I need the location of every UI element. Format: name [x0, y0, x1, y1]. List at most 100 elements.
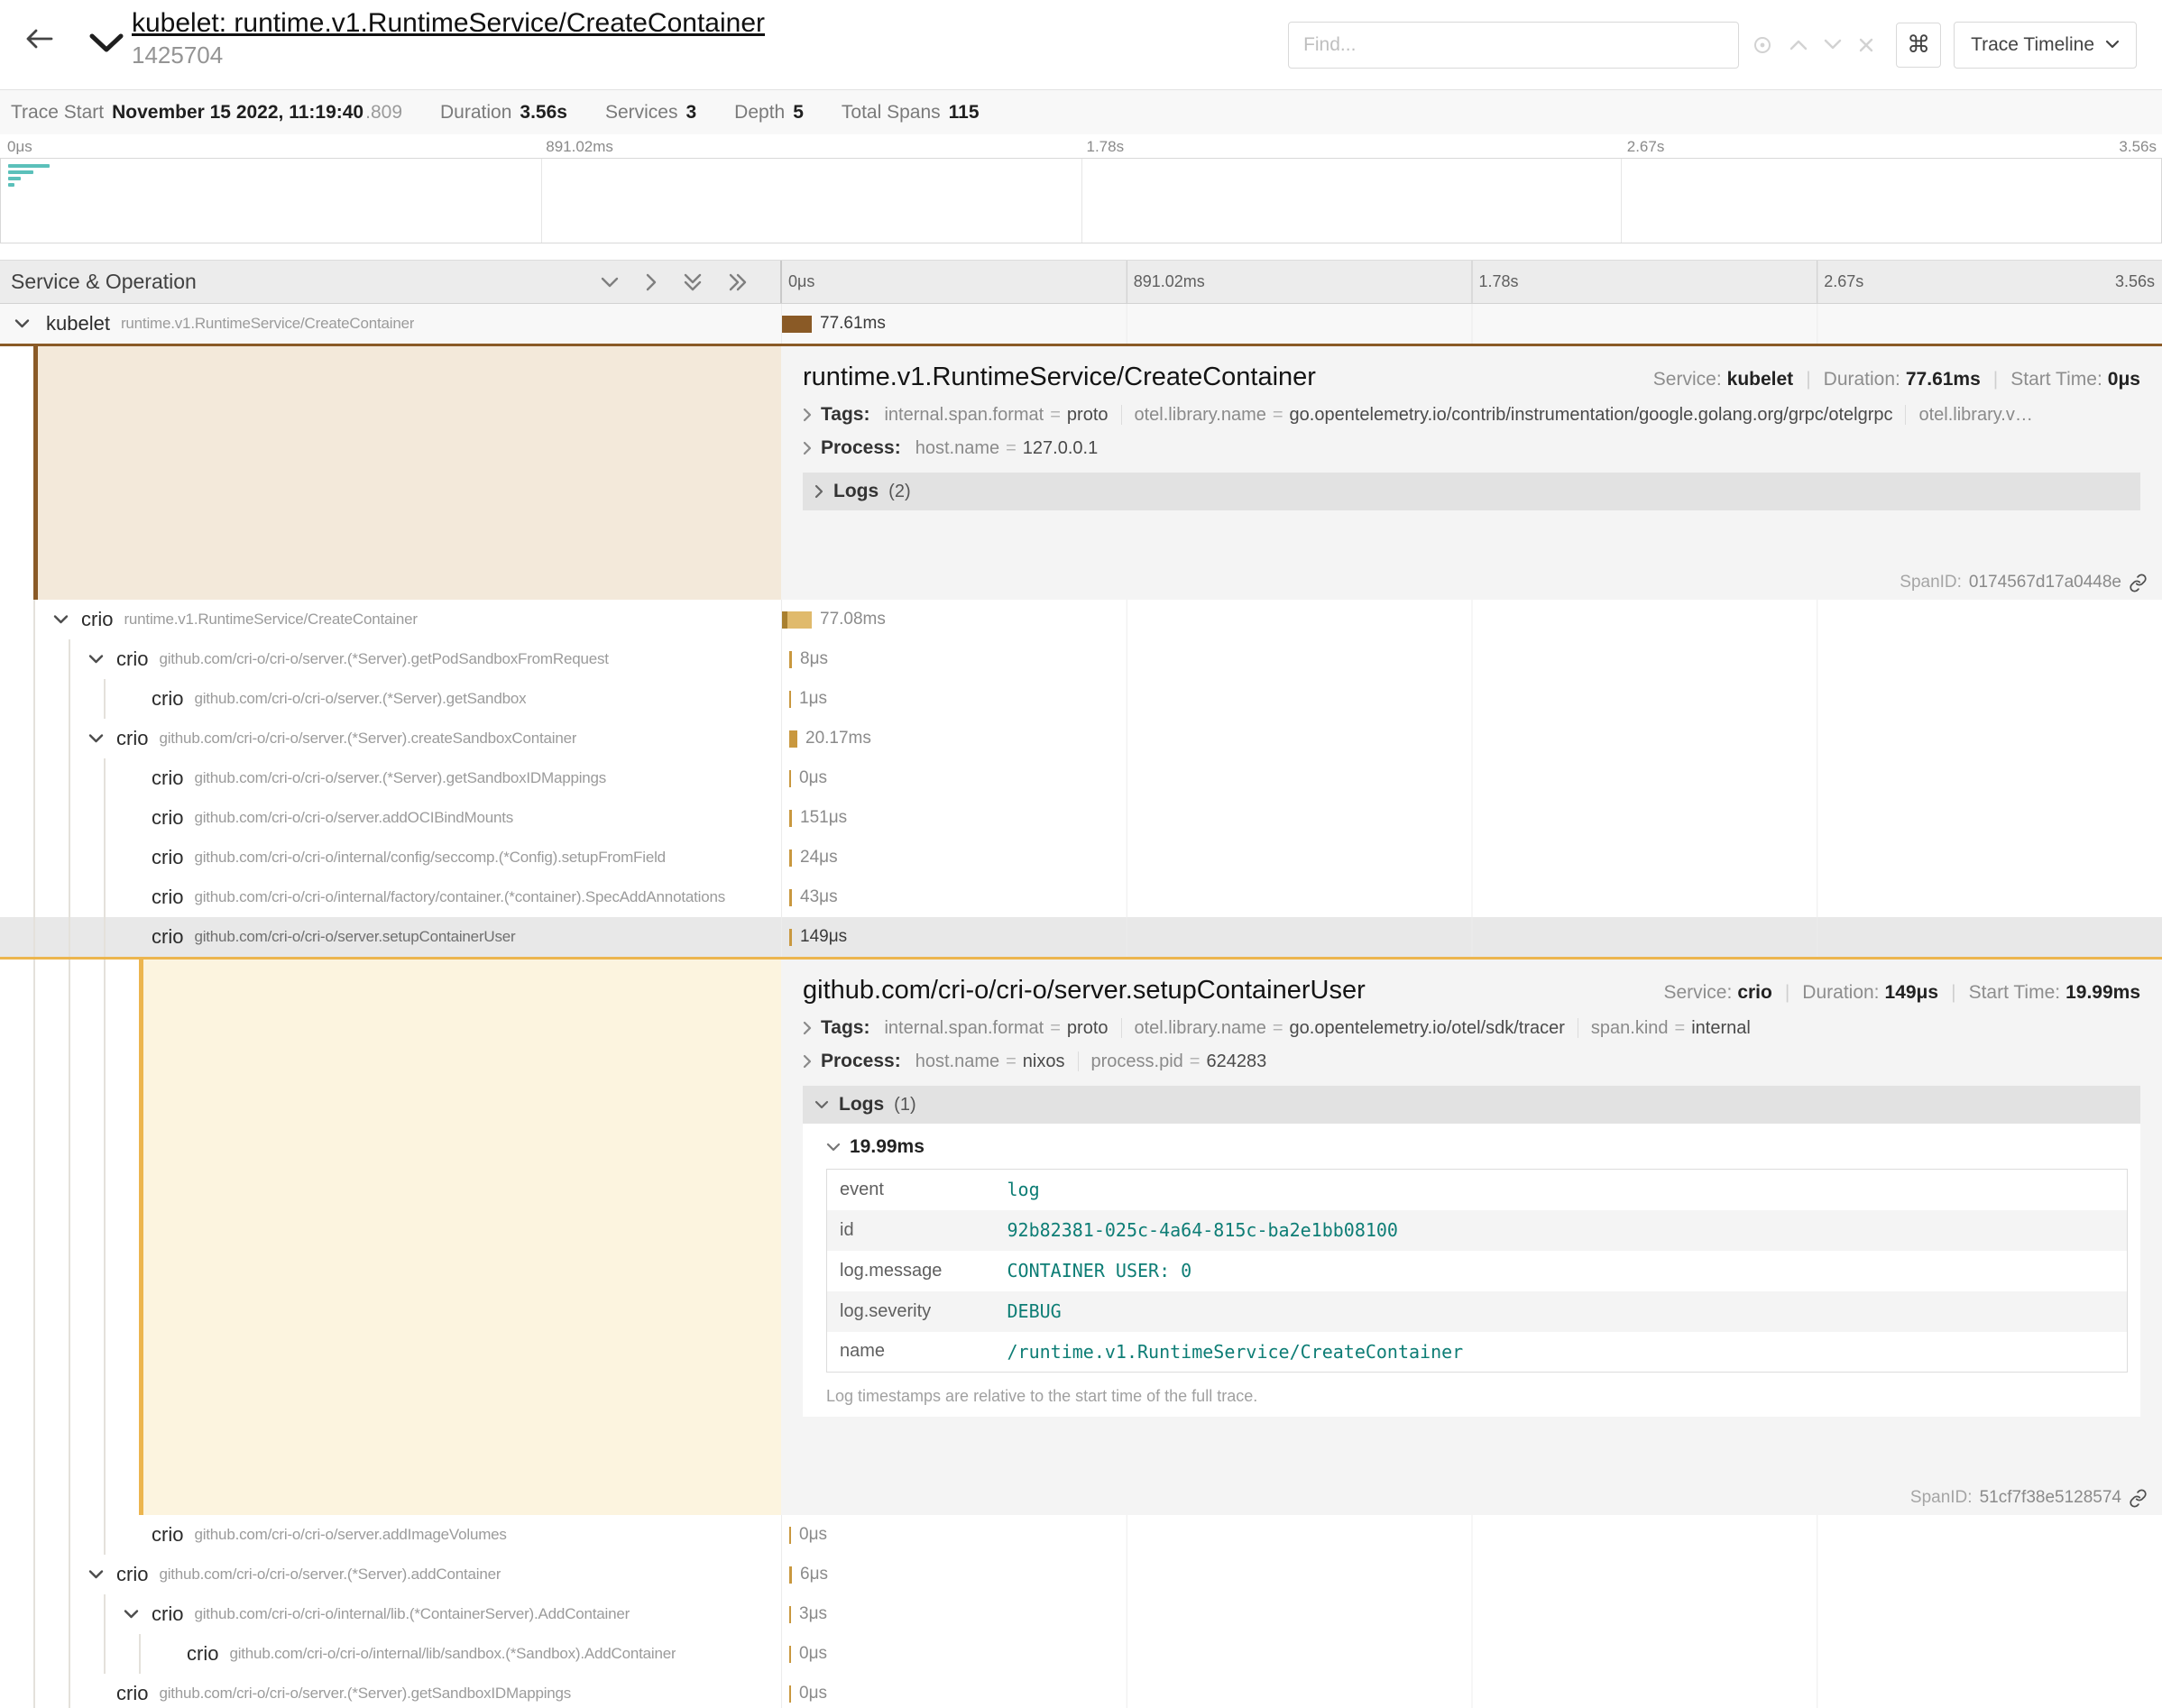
- chevron-down-icon[interactable]: [88, 734, 104, 744]
- span-row-getsandbox[interactable]: crio github.com/cri-o/cri-o/server.(*Ser…: [0, 679, 2162, 719]
- ruler-tick: 2.67s: [1824, 272, 1863, 291]
- trace-duration: Duration 3.56s: [440, 102, 567, 124]
- command-icon: ⌘: [1907, 31, 1930, 59]
- span-row-crio-createcontainer[interactable]: crio runtime.v1.RuntimeService/CreateCon…: [0, 600, 2162, 639]
- span-row-addcontainer[interactable]: crio github.com/cri-o/cri-o/server.(*Ser…: [0, 1555, 2162, 1594]
- span-bar: [789, 889, 792, 906]
- span-operation: github.com/cri-o/cri-o/internal/lib/sand…: [229, 1645, 676, 1663]
- table-row: id 92b82381-025c-4a64-815c-ba2e1bb08100: [827, 1210, 2128, 1251]
- keyboard-shortcuts-button[interactable]: ⌘: [1896, 23, 1941, 68]
- arrow-left-icon: [23, 25, 54, 52]
- span-bar: [789, 849, 792, 867]
- span-operation: runtime.v1.RuntimeService/CreateContaine…: [121, 315, 414, 333]
- close-icon[interactable]: [1858, 37, 1874, 53]
- logs-content: 19.99ms event log id 92b82381-025c-4a64-…: [803, 1124, 2140, 1417]
- span-row-createsandboxcontainer[interactable]: crio github.com/cri-o/cri-o/server.(*Ser…: [0, 719, 2162, 758]
- link-icon[interactable]: [2129, 1489, 2148, 1508]
- span-service: crio: [116, 647, 148, 671]
- chevron-right-icon: [814, 484, 823, 499]
- collapse-all-icon[interactable]: [683, 272, 703, 292]
- span-duration: 20.17ms: [805, 729, 871, 748]
- chevron-down-icon[interactable]: [1824, 39, 1842, 51]
- logs-accordion-expanded[interactable]: Logs (1): [803, 1086, 2140, 1124]
- span-operation: github.com/cri-o/cri-o/internal/factory/…: [194, 888, 725, 906]
- trace-title-link[interactable]: kubelet: runtime.v1.RuntimeService/Creat…: [132, 7, 765, 40]
- expand-one-icon[interactable]: [645, 272, 658, 292]
- span-operation: github.com/cri-o/cri-o/server.(*Server).…: [194, 769, 606, 787]
- service-operation-title: Service & Operation: [11, 270, 197, 294]
- span-row-lib-addcontainer[interactable]: crio github.com/cri-o/cri-o/internal/lib…: [0, 1594, 2162, 1634]
- span-bar: [789, 1646, 791, 1663]
- tags-row[interactable]: Tags: internal.span.format=proto otel.li…: [803, 1017, 2140, 1039]
- span-detail-accent: [0, 346, 781, 600]
- span-row-seccomp-setupfromfield[interactable]: crio github.com/cri-o/cri-o/internal/con…: [0, 838, 2162, 877]
- trace-header-collapse-chevron-icon[interactable]: [88, 32, 124, 54]
- span-bar: [782, 316, 812, 333]
- span-service: crio: [81, 608, 113, 631]
- ruler-tick: 0μs: [788, 272, 814, 291]
- timeline-header: Service & Operation 0μs 891.02ms 1.78s: [0, 260, 2162, 304]
- chevron-down-icon[interactable]: [88, 1570, 104, 1580]
- span-operation: github.com/cri-o/cri-o/server.addOCIBind…: [194, 809, 513, 827]
- span-row-getsandboxidmappings[interactable]: crio github.com/cri-o/cri-o/server.(*Ser…: [0, 758, 2162, 798]
- trace-id: 1425704: [132, 41, 765, 69]
- trace-timeline-dropdown[interactable]: Trace Timeline: [1954, 22, 2137, 69]
- span-bar: [782, 611, 812, 629]
- minimap-ticks: 0μs 891.02ms 1.78s 2.67s 3.56s: [0, 136, 2162, 158]
- span-row-setupcontaineruser[interactable]: crio github.com/cri-o/cri-o/server.setup…: [0, 917, 2162, 957]
- log-timestamp-note: Log timestamps are relative to the start…: [826, 1387, 2128, 1406]
- process-row[interactable]: Process: host.name=nixos process.pid=624…: [803, 1051, 2140, 1072]
- minimap-tick: 891.02ms: [546, 138, 613, 156]
- logs-accordion-collapsed[interactable]: Logs (2): [803, 473, 2140, 510]
- expand-all-icon[interactable]: [728, 272, 748, 292]
- ruler-tick: 891.02ms: [1134, 272, 1205, 291]
- log-field-value: log: [1007, 1170, 2128, 1210]
- find-input[interactable]: [1288, 22, 1739, 69]
- span-bar: [789, 1566, 792, 1584]
- minimap-tick: 2.67s: [1627, 138, 1665, 156]
- chevron-down-icon: [2105, 40, 2120, 50]
- tags-row[interactable]: Tags: internal.span.format=proto otel.li…: [803, 404, 2140, 426]
- span-row-getsandboxidmappings-2[interactable]: crio github.com/cri-o/cri-o/server.(*Ser…: [0, 1674, 2162, 1708]
- link-icon[interactable]: [2129, 574, 2148, 592]
- span-operation: runtime.v1.RuntimeService/CreateContaine…: [124, 611, 417, 629]
- chevron-down-icon[interactable]: [14, 319, 30, 329]
- chevron-up-icon[interactable]: [1789, 39, 1808, 51]
- chevron-down-icon[interactable]: [124, 1610, 139, 1620]
- locate-icon[interactable]: [1752, 34, 1773, 56]
- span-row-sandbox-addcontainer[interactable]: crio github.com/cri-o/cri-o/internal/lib…: [0, 1634, 2162, 1674]
- collapse-one-icon[interactable]: [600, 276, 620, 289]
- log-field-key: event: [827, 1170, 1007, 1210]
- span-row-addimagevolumes[interactable]: crio github.com/cri-o/cri-o/server.addIm…: [0, 1515, 2162, 1555]
- trace-title-block: kubelet: runtime.v1.RuntimeService/Creat…: [132, 7, 765, 69]
- span-row-addocibindmounts[interactable]: crio github.com/cri-o/cri-o/server.addOC…: [0, 798, 2162, 838]
- table-row: event log: [827, 1170, 2128, 1210]
- span-row-getpodsandboxfromrequest[interactable]: crio github.com/cri-o/cri-o/server.(*Ser…: [0, 639, 2162, 679]
- trace-start: Trace Start November 15 2022, 11:19:40.8…: [11, 102, 402, 124]
- trace-services: Services 3: [605, 102, 696, 124]
- chevron-right-icon: [803, 1054, 812, 1069]
- process-row[interactable]: Process: host.name=127.0.0.1: [803, 437, 2140, 459]
- chevron-down-icon[interactable]: [53, 615, 69, 625]
- span-duration: 3μs: [799, 1604, 827, 1624]
- span-service: crio: [187, 1642, 218, 1666]
- back-button[interactable]: [23, 25, 54, 52]
- span-id: SpanID:51cf7f38e5128574: [1910, 1488, 2148, 1508]
- ruler-tick: 3.56s: [2115, 272, 2155, 291]
- log-entry-toggle[interactable]: 19.99ms: [826, 1136, 2128, 1158]
- span-detail-meta: Service:kubelet | Duration:77.61ms | Sta…: [1635, 369, 2140, 390]
- chevron-right-icon: [803, 408, 812, 422]
- table-row: log.severity DEBUG: [827, 1291, 2128, 1332]
- span-row-kubelet-createcontainer[interactable]: kubelet runtime.v1.RuntimeService/Create…: [0, 304, 2162, 344]
- span-detail-meta: Service:crio | Duration:149μs | Start Ti…: [1645, 982, 2140, 1004]
- chevron-down-icon[interactable]: [88, 655, 104, 665]
- jaeger-trace-view: kubelet: runtime.v1.RuntimeService/Creat…: [0, 0, 2162, 1708]
- span-operation: github.com/cri-o/cri-o/internal/lib.(*Co…: [194, 1605, 630, 1623]
- minimap-span: [8, 183, 14, 187]
- span-id: SpanID:0174567d17a0448e: [1900, 573, 2148, 592]
- minimap-span: [8, 170, 33, 174]
- table-row: log.message CONTAINER USER: 0: [827, 1251, 2128, 1291]
- minimap-canvas[interactable]: [0, 158, 2162, 243]
- span-bar: [789, 651, 792, 668]
- span-row-specaddannotations[interactable]: crio github.com/cri-o/cri-o/internal/fac…: [0, 877, 2162, 917]
